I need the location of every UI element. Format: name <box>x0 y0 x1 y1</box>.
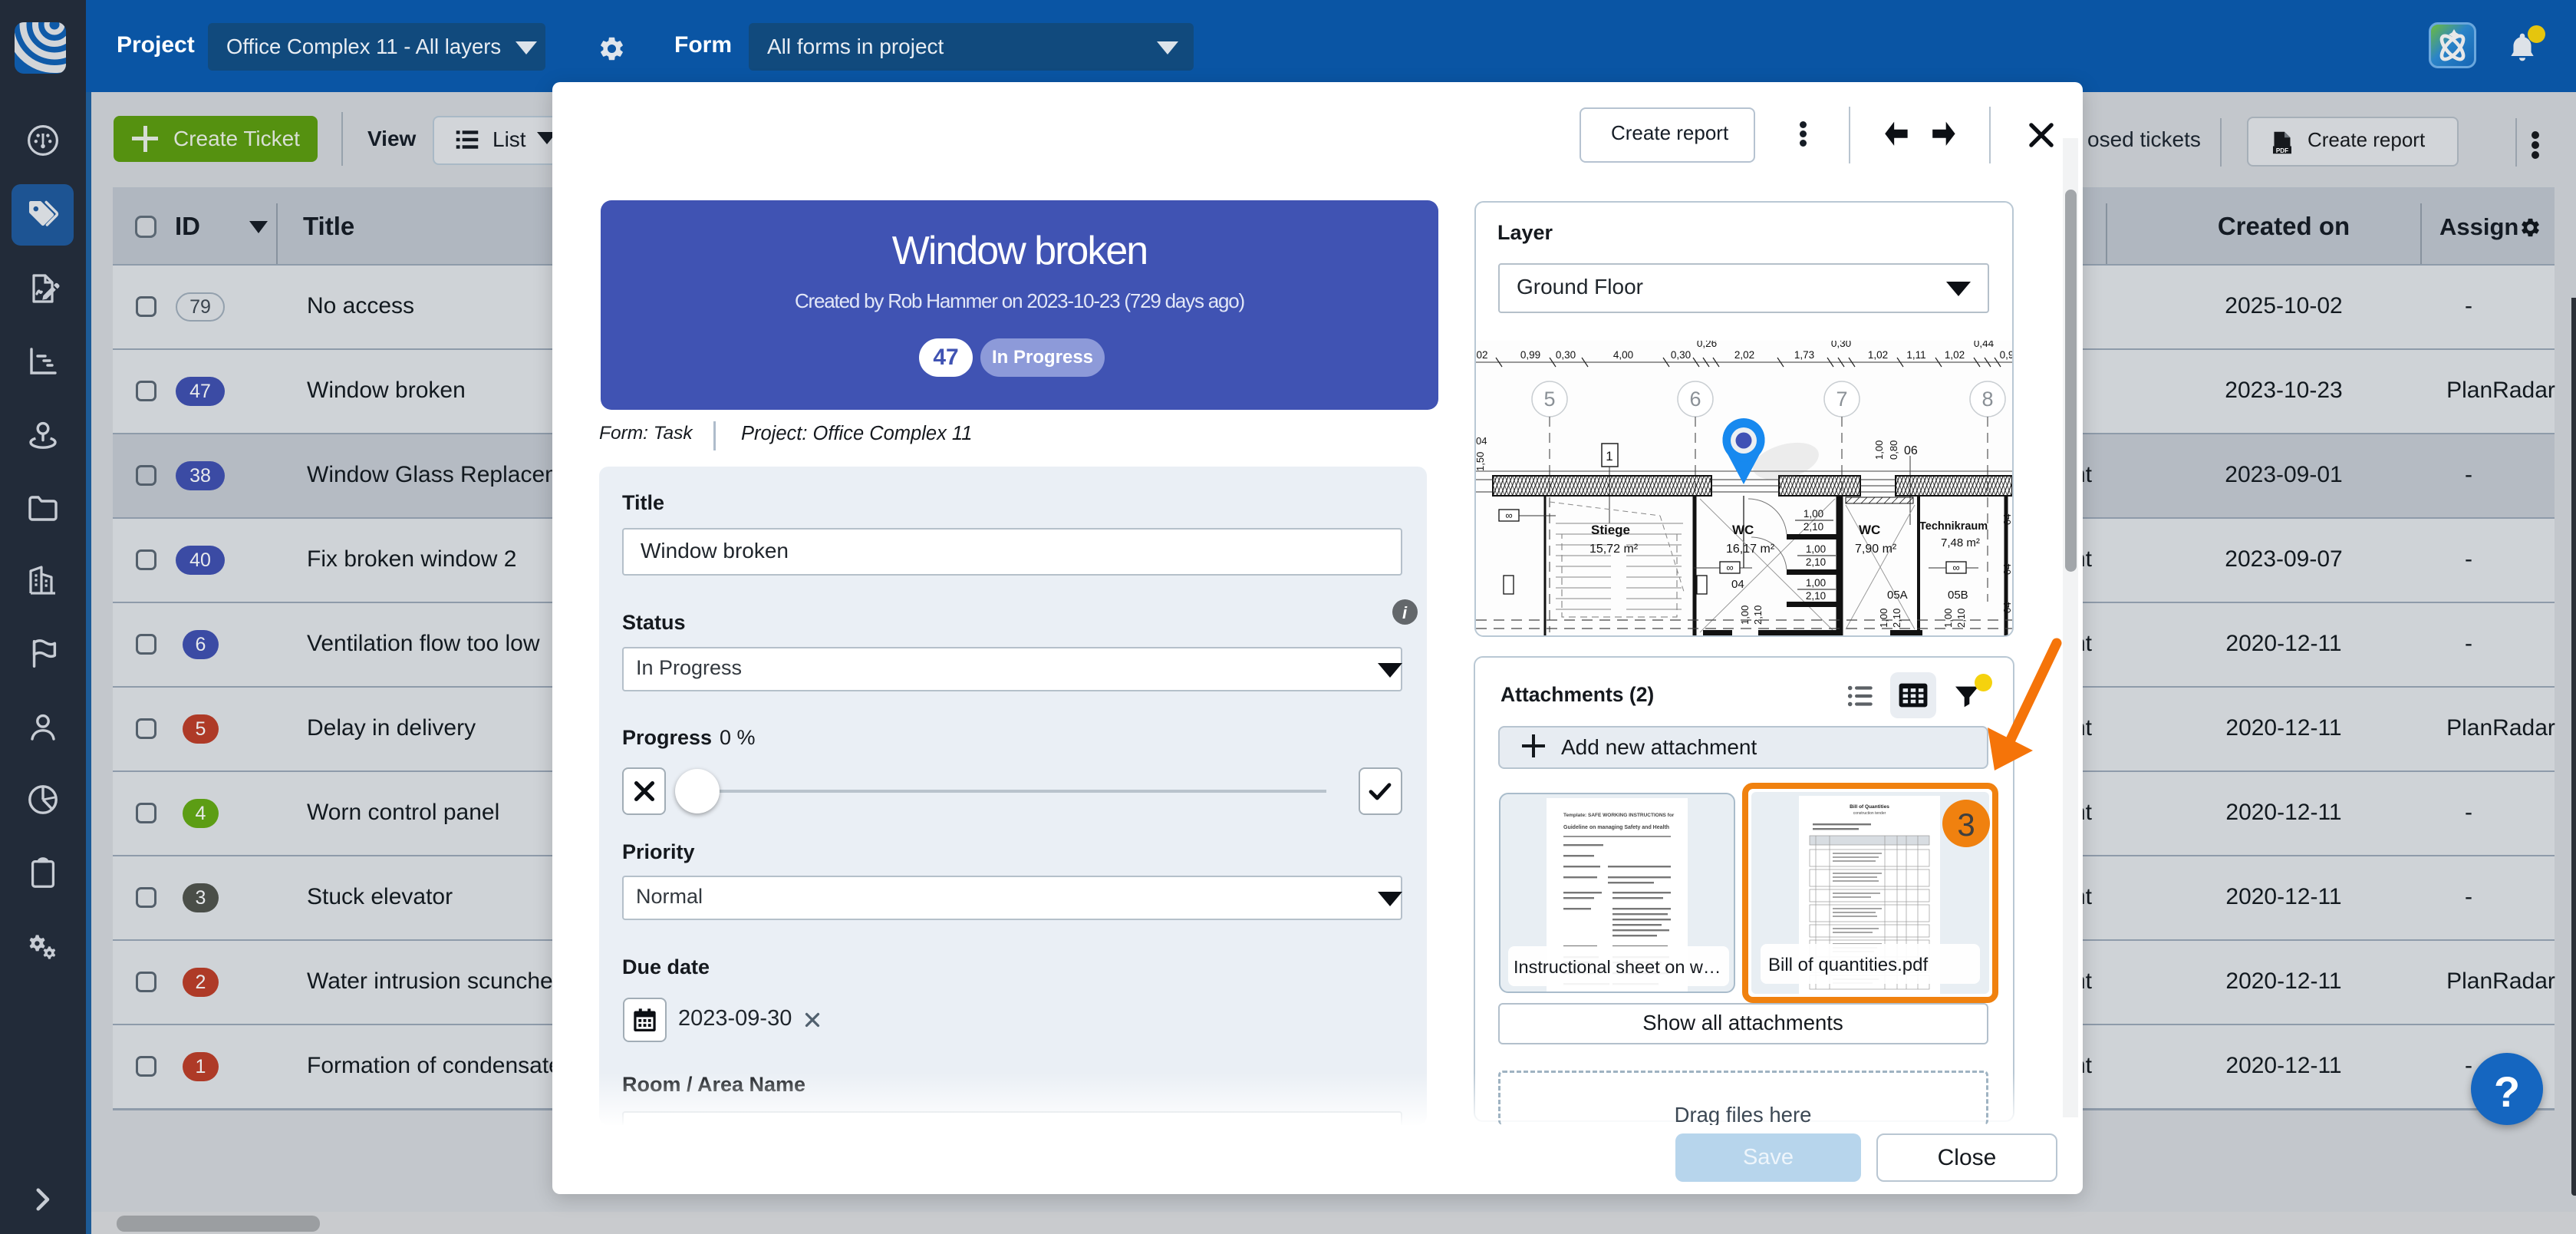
svg-text:7,90 m²: 7,90 m² <box>1855 543 1897 556</box>
svg-text:Stiege: Stiege <box>1591 523 1630 537</box>
svg-text:1,00: 1,00 <box>1873 440 1885 460</box>
svg-text:15,72 m²: 15,72 m² <box>1589 543 1639 556</box>
svg-text:04: 04 <box>2001 514 2012 525</box>
svg-text:WC: WC <box>1859 523 1880 537</box>
svg-text:02: 02 <box>1476 349 1487 361</box>
svg-text:2,02: 2,02 <box>1734 349 1754 361</box>
svg-text:0,9: 0,9 <box>2000 349 2012 361</box>
svg-text:1,00: 1,00 <box>1878 609 1889 628</box>
svg-text:7: 7 <box>1836 388 1847 411</box>
svg-text:∞: ∞ <box>1726 562 1733 573</box>
svg-text:1,00: 1,00 <box>1806 577 1826 589</box>
svg-text:1,11: 1,11 <box>1906 349 1925 361</box>
svg-text:8: 8 <box>1981 388 1993 411</box>
svg-text:0,80: 0,80 <box>1888 440 1899 460</box>
svg-text:04: 04 <box>2001 602 2012 613</box>
svg-text:Technikraum: Technikraum <box>1919 520 1988 533</box>
svg-text:2,10: 2,10 <box>1752 605 1764 625</box>
svg-text:0,44: 0,44 <box>1974 341 1995 349</box>
svg-text:0,99: 0,99 <box>1520 349 1540 361</box>
svg-text:0,30: 0,30 <box>1671 349 1691 361</box>
svg-text:Bill of Quantities: Bill of Quantities <box>1850 804 1889 810</box>
svg-text:1,00: 1,00 <box>1804 508 1823 520</box>
svg-text:2,10: 2,10 <box>1955 609 1967 628</box>
svg-text:06: 06 <box>1904 444 1918 457</box>
svg-text:0,26: 0,26 <box>1697 341 1717 349</box>
svg-text:1: 1 <box>1606 449 1612 464</box>
svg-text:1,50: 1,50 <box>1476 452 1486 471</box>
svg-text:1,00: 1,00 <box>1806 543 1826 555</box>
svg-text:0,30: 0,30 <box>1556 349 1576 361</box>
svg-text:1,73: 1,73 <box>1794 349 1814 361</box>
svg-text:2,10: 2,10 <box>1804 521 1823 533</box>
svg-text:Template: SAFE WORKING INSTRUC: Template: SAFE WORKING INSTRUCTIONS for <box>1563 813 1675 818</box>
svg-text:05B: 05B <box>1948 589 1968 602</box>
svg-text:04: 04 <box>1731 578 1744 591</box>
svg-text:2,10: 2,10 <box>1806 556 1826 568</box>
svg-text:05A: 05A <box>1887 589 1908 602</box>
svg-text:PDF: PDF <box>2276 147 2288 154</box>
svg-text:04: 04 <box>1476 435 1487 447</box>
svg-text:1,00: 1,00 <box>1739 605 1751 625</box>
svg-text:2,10: 2,10 <box>1891 609 1902 628</box>
svg-text:Guideline on managing Safety a: Guideline on managing Safety and Health <box>1563 825 1669 830</box>
svg-text:1,02: 1,02 <box>1868 349 1888 361</box>
svg-text:1,00: 1,00 <box>1942 609 1954 628</box>
svg-text:0,30: 0,30 <box>1831 341 1851 349</box>
svg-text:16,17 m²: 16,17 m² <box>1726 543 1775 556</box>
svg-text:WC: WC <box>1732 523 1754 537</box>
svg-text:7,48 m²: 7,48 m² <box>1941 536 1980 549</box>
svg-text:5: 5 <box>1543 388 1555 411</box>
svg-text:1,02: 1,02 <box>1945 349 1965 361</box>
svg-text:2,10: 2,10 <box>1806 590 1826 602</box>
svg-text:4,00: 4,00 <box>1613 349 1633 361</box>
svg-text:6: 6 <box>1689 388 1701 411</box>
svg-text:construction tender: construction tender <box>1853 811 1886 816</box>
svg-text:04: 04 <box>2001 564 2012 575</box>
svg-text:∞: ∞ <box>1505 510 1512 521</box>
svg-text:∞: ∞ <box>1952 562 1959 573</box>
